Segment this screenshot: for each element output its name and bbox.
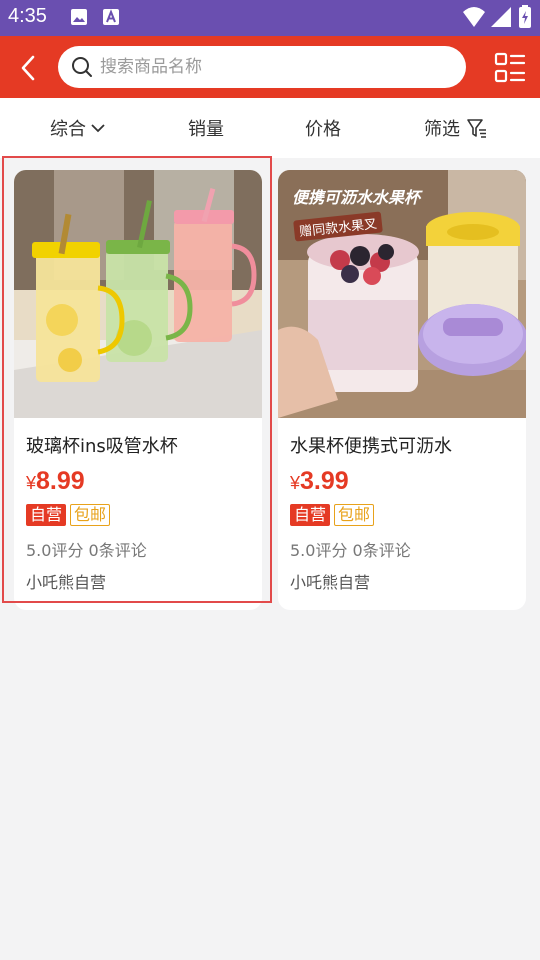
chevron-left-icon (21, 55, 35, 81)
currency-symbol: ¥ (290, 473, 301, 493)
filter-label: 筛选 (424, 119, 460, 140)
image-caption: 便携可沥水水果杯 (292, 188, 421, 207)
product-rating: 5.0评分 0条评论 (290, 541, 411, 560)
free-shipping-badge: 包邮 (70, 504, 111, 526)
sort-comprehensive-label: 综合 (50, 119, 86, 140)
product-card-fruit-cup[interactable]: 便携可沥水水果杯 赠同款水果叉 水果杯便携式可沥水 ¥3.99 自营 包邮 5.… (278, 170, 526, 610)
product-tags: 自营 包邮 (290, 504, 375, 526)
product-title: 玻璃杯ins吸管水杯 (26, 436, 178, 457)
filter-button[interactable]: 筛选 (424, 98, 488, 158)
price-value: 8.99 (36, 467, 85, 495)
sort-price-label: 价格 (305, 119, 341, 140)
status-time: 4:35 (8, 5, 47, 27)
image-notification-icon (71, 9, 87, 25)
sort-sales[interactable]: 销量 (188, 98, 224, 158)
currency-symbol: ¥ (26, 473, 37, 493)
shop-name: 小吒熊自营 (290, 573, 371, 592)
self-operated-badge: 自营 (26, 504, 67, 526)
text-notification-icon (103, 9, 119, 25)
self-operated-badge: 自营 (290, 504, 331, 526)
back-button[interactable] (8, 48, 48, 88)
list-menu-icon[interactable] (494, 52, 530, 84)
price-value: 3.99 (300, 467, 349, 495)
status-bar: 4:35 (0, 0, 540, 36)
product-price: ¥8.99 (26, 467, 85, 496)
product-price: ¥3.99 (290, 467, 349, 496)
battery-icon (519, 5, 531, 28)
wifi-icon (463, 7, 485, 27)
product-card-glass-cup[interactable]: 玻璃杯ins吸管水杯 ¥8.99 自营 包邮 5.0评分 0条评论 小吒熊自营 (14, 170, 262, 610)
sort-comprehensive[interactable]: 综合 (50, 98, 106, 158)
header (0, 36, 540, 98)
search-input[interactable] (100, 46, 450, 88)
search-icon (72, 57, 92, 77)
sort-bar: 综合 销量 价格 筛选 (0, 98, 540, 158)
filter-icon (467, 119, 486, 138)
product-title: 水果杯便携式可沥水 (290, 436, 452, 457)
free-shipping-badge: 包邮 (334, 504, 375, 526)
signal-icon (491, 7, 511, 27)
product-tags: 自营 包邮 (26, 504, 111, 526)
shop-name: 小吒熊自营 (26, 573, 107, 592)
chevron-down-icon (91, 124, 105, 133)
product-rating: 5.0评分 0条评论 (26, 541, 147, 560)
sort-price[interactable]: 价格 (305, 98, 341, 158)
search-box[interactable] (58, 46, 466, 88)
sort-sales-label: 销量 (188, 119, 224, 140)
product-image-glass-cups (14, 170, 262, 418)
